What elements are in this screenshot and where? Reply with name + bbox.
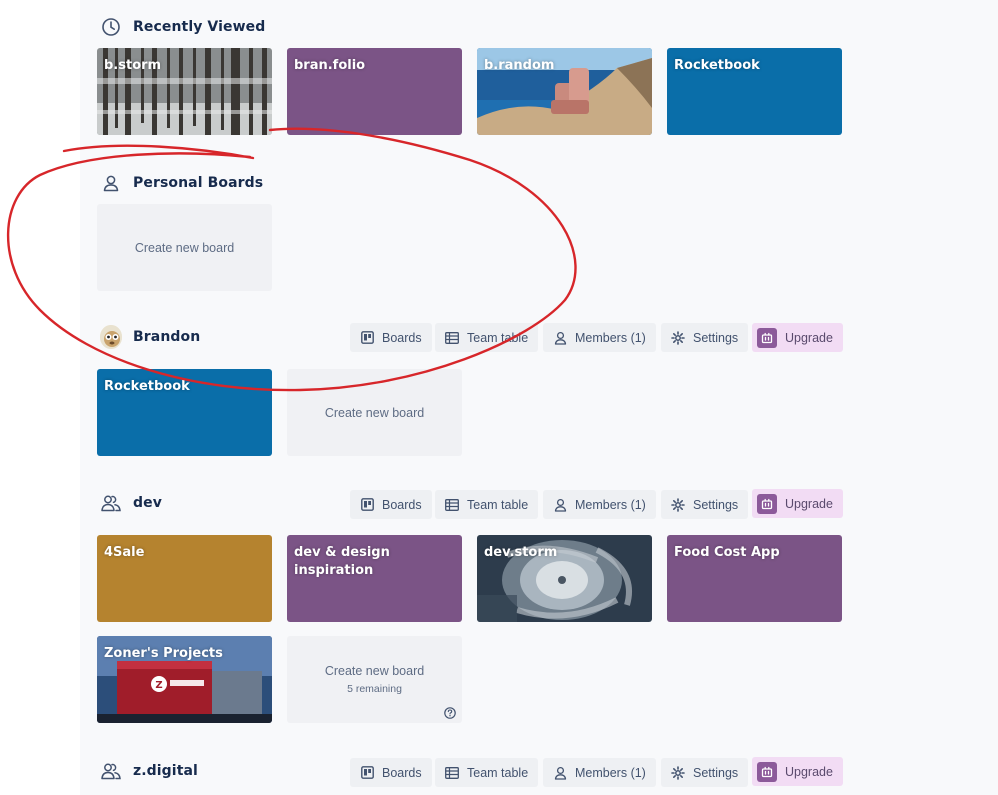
members-label: Members (1) xyxy=(575,330,646,345)
board-tile-rocketbook[interactable]: Rocketbook xyxy=(667,48,842,135)
team-table-button[interactable]: Team table xyxy=(435,323,539,352)
avatar xyxy=(100,325,122,349)
board-title: bran.folio xyxy=(294,58,366,73)
person-icon xyxy=(553,498,567,512)
team-boards-button[interactable]: Boards xyxy=(350,758,432,787)
board-tile-zoners-projects[interactable]: Z Zoner's Projects xyxy=(97,636,272,723)
team-header-z-digital: z.digital xyxy=(100,758,198,784)
team-boards-button[interactable]: Boards xyxy=(350,490,432,519)
create-new-board-label: Create new board xyxy=(134,240,235,255)
create-new-board-label: Create new board xyxy=(324,664,425,678)
team-members-button[interactable]: Members (1) xyxy=(543,490,656,519)
team-table-label: Team table xyxy=(467,330,529,345)
create-new-board-label: Create new board xyxy=(324,405,425,420)
board-icon xyxy=(360,498,374,512)
team-upgrade-button[interactable]: Upgrade xyxy=(752,757,843,786)
board-title: Zoner's Projects xyxy=(104,646,223,661)
team-table-button[interactable]: Team table xyxy=(435,758,539,787)
board-tile-b-storm[interactable]: b.storm xyxy=(97,48,272,135)
team-settings-button[interactable]: Settings xyxy=(661,323,749,352)
board-title: Rocketbook xyxy=(674,58,760,73)
board-title: dev & design inspiration xyxy=(294,545,390,578)
board-tile-dev-design-inspiration[interactable]: dev & design inspiration xyxy=(287,535,462,622)
recently-viewed-title: Recently Viewed xyxy=(133,19,266,35)
team-icon xyxy=(100,492,122,514)
svg-text:Z: Z xyxy=(155,680,162,691)
board-tile-4sale[interactable]: 4Sale xyxy=(97,535,272,622)
team-name: z.digital xyxy=(133,763,198,779)
board-tile-dev-storm[interactable]: dev.storm xyxy=(477,535,652,622)
team-members-button[interactable]: Members (1) xyxy=(543,758,656,787)
person-icon xyxy=(100,172,122,194)
members-label: Members (1) xyxy=(575,497,646,512)
gear-icon xyxy=(671,497,685,512)
create-new-board-dev[interactable]: Create new board 5 remaining xyxy=(287,636,462,723)
settings-label: Settings xyxy=(693,330,739,345)
board-title: b.storm xyxy=(104,58,162,73)
clock-icon xyxy=(100,16,122,38)
boards-remaining-count: 5 remaining xyxy=(347,683,402,695)
table-icon xyxy=(445,766,459,780)
board-icon xyxy=(360,331,374,345)
team-table-label: Team table xyxy=(467,497,529,512)
personal-boards-header: Personal Boards xyxy=(100,170,263,196)
team-upgrade-button[interactable]: Upgrade xyxy=(752,489,843,518)
settings-label: Settings xyxy=(693,765,739,780)
upgrade-icon xyxy=(757,493,777,514)
gear-icon xyxy=(671,765,685,780)
team-header-brandon: Brandon xyxy=(100,324,200,350)
team-icon xyxy=(100,760,122,782)
board-tile-b-random[interactable]: b.random xyxy=(477,48,652,135)
gear-icon xyxy=(671,330,685,345)
team-settings-button[interactable]: Settings xyxy=(661,490,749,519)
team-members-button[interactable]: Members (1) xyxy=(543,323,656,352)
table-icon xyxy=(445,331,459,345)
board-title: 4Sale xyxy=(104,545,145,560)
team-header-dev: dev xyxy=(100,490,162,516)
members-label: Members (1) xyxy=(575,765,646,780)
boards-label: Boards xyxy=(382,765,422,780)
person-icon xyxy=(553,766,567,780)
board-title: Food Cost App xyxy=(674,545,780,560)
team-boards-button[interactable]: Boards xyxy=(350,323,432,352)
avatar-face-icon xyxy=(100,325,122,349)
settings-label: Settings xyxy=(693,497,739,512)
team-table-label: Team table xyxy=(467,765,529,780)
help-icon[interactable] xyxy=(444,706,456,719)
upgrade-label: Upgrade xyxy=(785,330,833,345)
board-title: Rocketbook xyxy=(104,379,190,394)
person-icon xyxy=(553,331,567,345)
upgrade-label: Upgrade xyxy=(785,764,833,779)
board-title: b.random xyxy=(484,58,555,73)
boards-label: Boards xyxy=(382,497,422,512)
team-upgrade-button[interactable]: Upgrade xyxy=(752,323,843,352)
table-icon xyxy=(445,498,459,512)
board-title: dev.storm xyxy=(484,545,558,560)
create-new-board-brandon[interactable]: Create new board xyxy=(287,369,462,456)
team-table-button[interactable]: Team table xyxy=(435,490,539,519)
recently-viewed-header: Recently Viewed xyxy=(100,14,265,40)
team-settings-button[interactable]: Settings xyxy=(661,758,749,787)
upgrade-label: Upgrade xyxy=(785,496,833,511)
upgrade-icon xyxy=(757,761,777,782)
board-tile-bran-folio[interactable]: bran.folio xyxy=(287,48,462,135)
personal-boards-title: Personal Boards xyxy=(133,175,264,191)
upgrade-icon xyxy=(757,327,777,348)
team-name: Brandon xyxy=(133,329,201,345)
create-new-board-personal[interactable]: Create new board xyxy=(97,204,272,291)
boards-label: Boards xyxy=(382,330,422,345)
team-name: dev xyxy=(133,495,162,511)
board-icon xyxy=(360,766,374,780)
board-tile-rocketbook[interactable]: Rocketbook xyxy=(97,369,272,456)
board-tile-food-cost-app[interactable]: Food Cost App xyxy=(667,535,842,622)
